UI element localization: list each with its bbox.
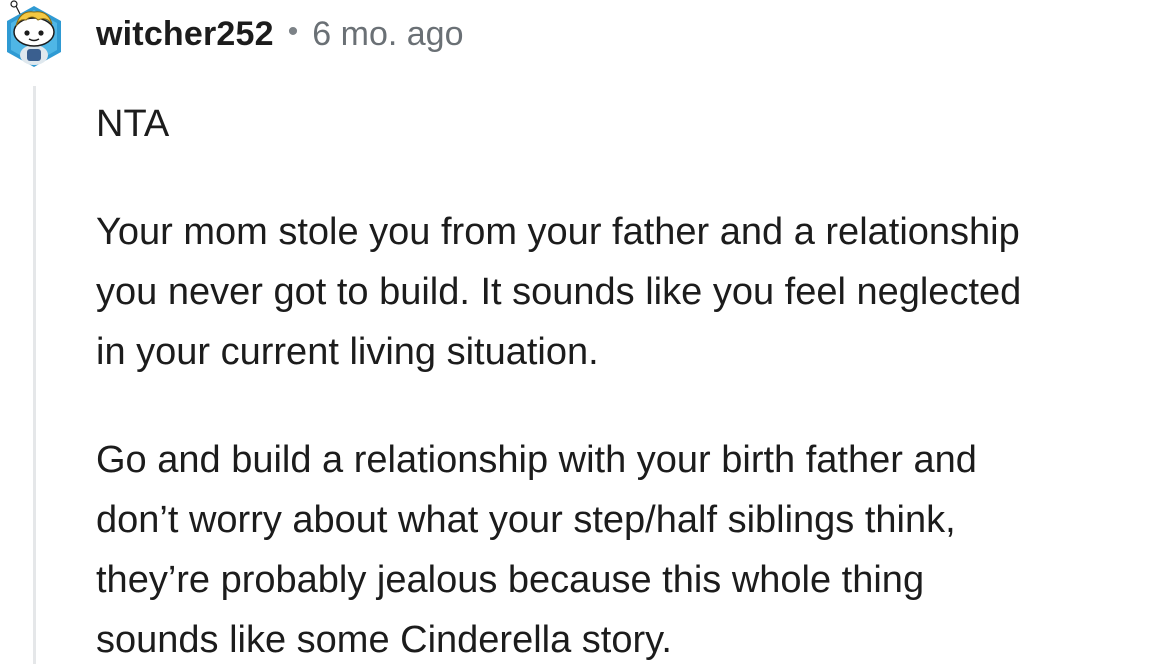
comment-text-line: NTA	[96, 103, 170, 145]
comment-paragraph: Go and build a relationship with your bi…	[96, 430, 1171, 670]
comment-timestamp[interactable]: 6 mo. ago	[312, 15, 463, 54]
thread-collapse-line[interactable]	[33, 86, 36, 664]
snoo-avatar-icon	[7, 0, 61, 67]
comment-text-line: don’t worry about what your step/half si…	[96, 499, 956, 541]
comment-text-line: Your mom stole you from your father and …	[96, 211, 1020, 253]
comment-paragraph: Your mom stole you from your father and …	[96, 202, 1171, 382]
comment-text-line: in your current living situation.	[96, 331, 599, 373]
comment: witcher252 • 6 mo. ago NTA Your mom stol…	[0, 0, 1174, 664]
comment-text-line: you never got to build. It sounds like y…	[96, 271, 1022, 313]
comment-paragraph: NTA	[96, 94, 1171, 154]
comment-header: witcher252 • 6 mo. ago	[96, 10, 464, 58]
comment-text-line: Go and build a relationship with your bi…	[96, 439, 977, 481]
meta-separator: •	[287, 15, 299, 48]
comment-body: NTA Your mom stole you from your father …	[96, 94, 1171, 670]
avatar[interactable]	[2, 0, 66, 68]
author-username[interactable]: witcher252	[96, 15, 274, 54]
comment-text-line: sounds like some Cinderella story.	[96, 619, 672, 661]
comment-text-line: they’re probably jealous because this wh…	[96, 559, 925, 601]
